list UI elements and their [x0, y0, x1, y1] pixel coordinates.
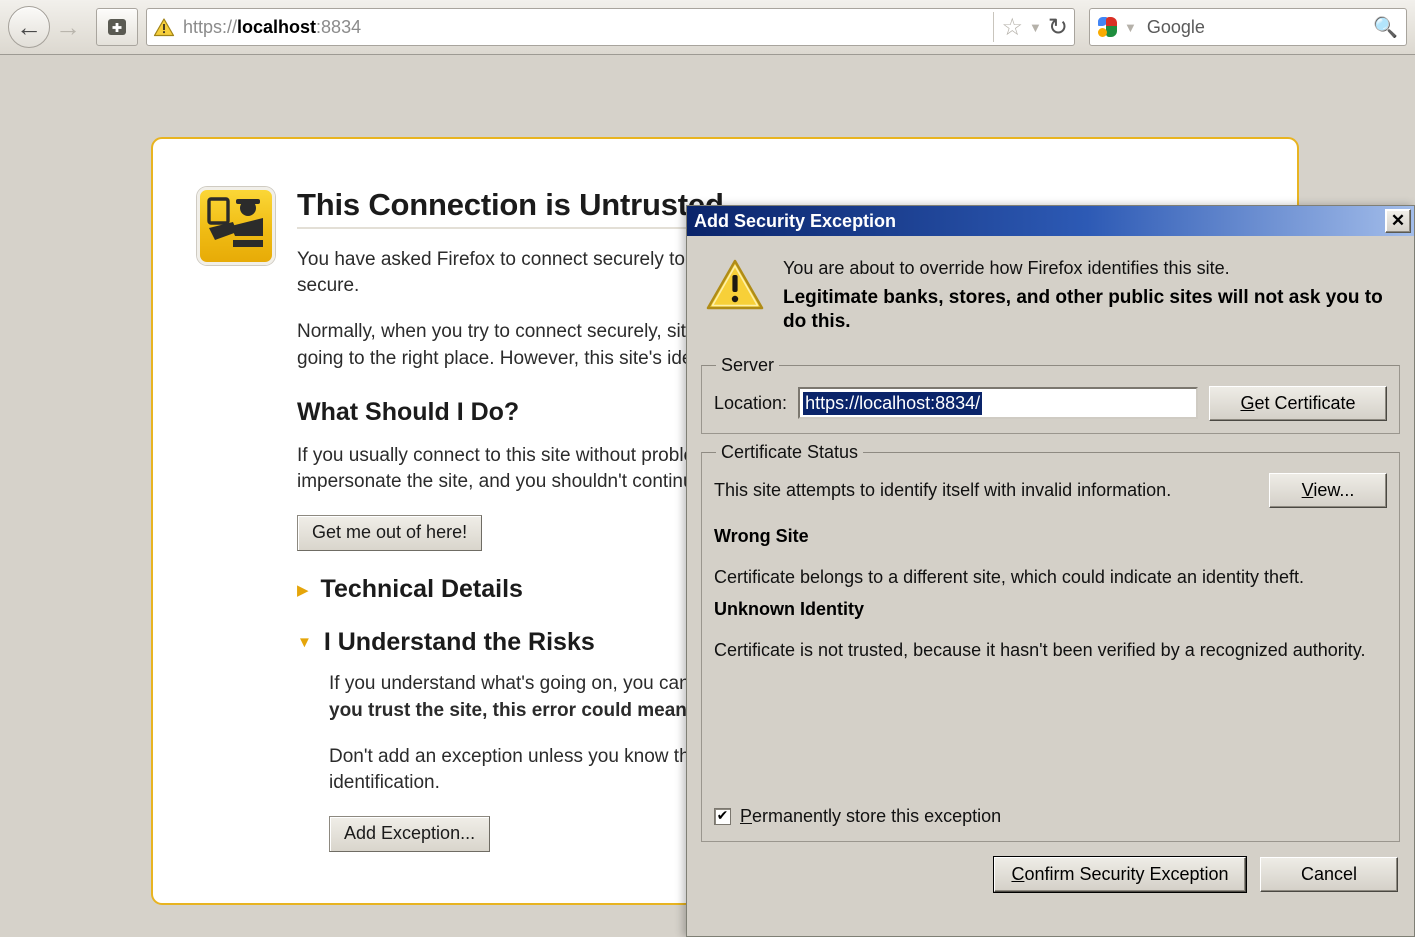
- view-rest: iew...: [1313, 479, 1355, 500]
- add-security-exception-dialog: Add Security Exception ✕ You are about t…: [686, 205, 1415, 937]
- server-group-label: Server: [721, 354, 775, 375]
- permanently-store-row[interactable]: ✔ Permanently store this exception: [714, 806, 1001, 827]
- google-icon: [1098, 17, 1118, 37]
- permanently-store-rest: ermanently store this exception: [752, 805, 1002, 826]
- add-exception-button[interactable]: Add Exception...: [329, 816, 491, 853]
- view-certificate-button[interactable]: View...: [1269, 472, 1387, 508]
- dialog-warning-row: You are about to override how Firefox id…: [701, 250, 1400, 347]
- certificate-status-text: This site attempts to identify itself wi…: [714, 479, 1172, 500]
- permanently-store-checkbox[interactable]: ✔: [714, 807, 731, 825]
- reload-icon[interactable]: ↻: [1048, 13, 1068, 41]
- certificate-status-row: This site attempts to identify itself wi…: [714, 472, 1387, 508]
- dialog-titlebar: Add Security Exception ✕: [687, 206, 1414, 236]
- forward-button[interactable]: →: [48, 7, 88, 47]
- view-accel: V: [1301, 479, 1314, 500]
- dialog-title: Add Security Exception: [694, 210, 897, 231]
- certificate-status-group: Certificate Status This site attempts to…: [701, 441, 1400, 842]
- wrong-site-heading: Wrong Site: [714, 525, 809, 546]
- cancel-button[interactable]: Cancel: [1260, 857, 1398, 892]
- location-input-value: https://localhost:8834/: [803, 391, 983, 415]
- search-bar[interactable]: ▼ Google 🔍: [1089, 8, 1407, 46]
- unknown-identity-heading: Unknown Identity: [714, 599, 864, 620]
- chevron-down-icon[interactable]: ▼: [1029, 20, 1042, 35]
- location-label: Location:: [714, 392, 788, 413]
- server-group: Server Location: https://localhost:8834/…: [701, 354, 1400, 434]
- technical-details-label: Technical Details: [320, 575, 523, 604]
- dialog-action-buttons: Confirm Security Exception Cancel: [993, 856, 1398, 893]
- dialog-warning-line1: You are about to override how Firefox id…: [783, 258, 1230, 278]
- get-certificate-button[interactable]: Get Certificate: [1209, 385, 1387, 421]
- security-guard-icon: [197, 187, 275, 265]
- warning-triangle-icon: [153, 18, 175, 37]
- unknown-identity-body: Certificate is not trusted, because it h…: [714, 640, 1366, 661]
- urlbar-actions: ☆ ▼ ↻: [992, 12, 1068, 42]
- confirm-rest: onfirm Security Exception: [1024, 864, 1229, 884]
- browser-toolbar: ← → https://localhost:8834 ☆ ▼ ↻ ▼ Googl…: [0, 0, 1415, 55]
- permanently-store-label: Permanently store this exception: [740, 806, 1001, 827]
- navigation-buttons: ← →: [8, 6, 88, 48]
- url-bar[interactable]: https://localhost:8834 ☆ ▼ ↻: [146, 8, 1075, 46]
- back-button[interactable]: ←: [8, 6, 50, 48]
- wrong-site-body: Certificate belongs to a different site,…: [714, 566, 1305, 587]
- search-input[interactable]: Google: [1147, 17, 1373, 38]
- close-icon[interactable]: ✕: [1385, 209, 1411, 233]
- location-row: Location: https://localhost:8834/ Get Ce…: [714, 385, 1387, 421]
- url-text: https://localhost:8834: [183, 16, 362, 37]
- triangle-right-icon: ▶: [297, 581, 309, 599]
- get-certificate-accel: G: [1240, 392, 1255, 413]
- confirm-security-exception-button[interactable]: Confirm Security Exception: [993, 856, 1247, 893]
- certificate-status-label: Certificate Status: [721, 441, 859, 462]
- search-engine-chevron-down-icon[interactable]: ▼: [1124, 20, 1137, 35]
- get-certificate-rest: et Certificate: [1254, 392, 1356, 413]
- location-input[interactable]: https://localhost:8834/: [798, 387, 1198, 420]
- get-me-out-button[interactable]: Get me out of here!: [297, 515, 483, 552]
- alert-triangle-icon: [706, 259, 764, 310]
- dialog-body: You are about to override how Firefox id…: [687, 236, 1414, 893]
- dialog-warning-line2: Legitimate banks, stores, and other publ…: [783, 287, 1383, 333]
- triangle-down-icon: ▼: [297, 634, 312, 652]
- star-icon[interactable]: ☆: [1002, 13, 1024, 42]
- i-understand-risks-label: I Understand the Risks: [323, 628, 595, 657]
- search-icon[interactable]: 🔍: [1373, 15, 1398, 40]
- permanently-store-accel: P: [740, 805, 753, 826]
- home-button[interactable]: [96, 8, 138, 46]
- confirm-accel: C: [1011, 864, 1025, 884]
- home-icon: [108, 19, 126, 35]
